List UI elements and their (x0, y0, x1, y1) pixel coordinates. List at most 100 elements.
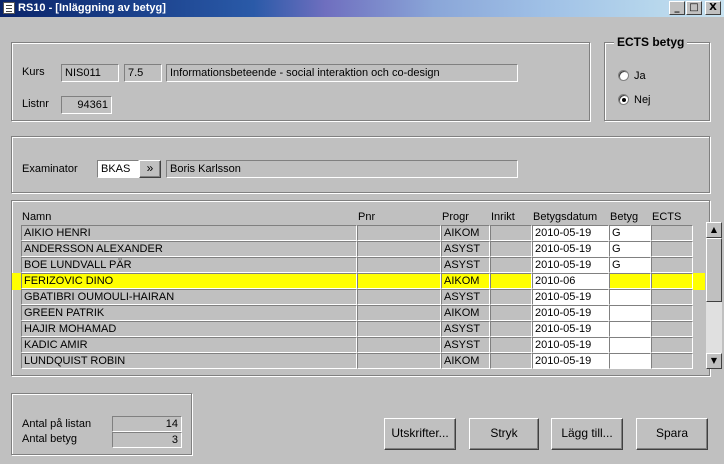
table-row[interactable]: BOE LUNDVALL PÄR ASYST 2010-05-19 G (21, 257, 693, 273)
cell-progr[interactable]: AIKOM (441, 225, 490, 241)
antal-listan-field: 14 (112, 416, 182, 432)
course-code-field[interactable]: NIS011 (61, 64, 119, 82)
listnr-field[interactable]: 94361 (61, 96, 112, 114)
cell-namn[interactable]: GBATIBRI OUMOULI-HAIRAN (21, 289, 357, 305)
course-credits-field[interactable]: 7.5 (124, 64, 162, 82)
lagg-till-button[interactable]: Lägg till... (551, 418, 623, 450)
cell-betygsdatum[interactable]: 2010-05-19 (532, 305, 609, 321)
cell-namn[interactable]: KADIC AMIR (21, 337, 357, 353)
cell-progr[interactable]: ASYST (441, 241, 490, 257)
ects-ja-label: Ja (634, 70, 646, 82)
cell-pnr[interactable] (357, 321, 441, 337)
cell-betyg[interactable] (609, 321, 651, 337)
minimize-button[interactable]: _ (669, 1, 685, 15)
cell-ects[interactable] (651, 257, 693, 273)
cell-ects[interactable] (651, 337, 693, 353)
cell-pnr[interactable] (357, 225, 441, 241)
cell-betyg[interactable] (609, 289, 651, 305)
cell-pnr[interactable] (357, 353, 441, 369)
cell-pnr[interactable] (357, 337, 441, 353)
ects-groupbox (604, 42, 710, 121)
cell-inrikt[interactable] (490, 257, 532, 273)
cell-betygsdatum[interactable]: 2010-05-19 (532, 257, 609, 273)
close-button[interactable]: X (705, 1, 721, 15)
cell-betyg[interactable] (609, 273, 651, 289)
cell-inrikt[interactable] (490, 337, 532, 353)
listnr-label: Listnr (22, 98, 49, 110)
cell-pnr[interactable] (357, 289, 441, 305)
cell-betygsdatum[interactable]: 2010-05-19 (532, 241, 609, 257)
table-row[interactable]: GREEN PATRIK AIKOM 2010-05-19 (21, 305, 693, 321)
cell-pnr[interactable] (357, 241, 441, 257)
cell-progr[interactable]: ASYST (441, 257, 490, 273)
cell-inrikt[interactable] (490, 321, 532, 337)
cell-betyg[interactable] (609, 337, 651, 353)
cell-betyg[interactable]: G (609, 241, 651, 257)
cell-betygsdatum[interactable]: 2010-05-19 (532, 353, 609, 369)
cell-progr[interactable]: AIKOM (441, 353, 490, 369)
table-row-selected[interactable]: FERIZOVIC DINO AIKOM 2010-06 (21, 273, 693, 289)
col-pnr: Pnr (358, 211, 376, 223)
table-row[interactable]: ANDERSSON ALEXANDER ASYST 2010-05-19 G (21, 241, 693, 257)
cell-inrikt[interactable] (490, 241, 532, 257)
cell-namn[interactable]: HAJIR MOHAMAD (21, 321, 357, 337)
table-row[interactable]: LUNDQUIST ROBIN AIKOM 2010-05-19 (21, 353, 693, 369)
scroll-up-icon[interactable]: ▲ (706, 222, 722, 238)
cell-ects[interactable] (651, 353, 693, 369)
cell-inrikt[interactable] (490, 273, 532, 289)
cell-progr[interactable]: AIKOM (441, 273, 490, 289)
cell-progr[interactable]: ASYST (441, 289, 490, 305)
col-inrikt: Inrikt (491, 211, 515, 223)
cell-betygsdatum[interactable]: 2010-05-19 (532, 321, 609, 337)
cell-ects[interactable] (651, 321, 693, 337)
examinator-code-field[interactable]: BKAS (97, 160, 139, 178)
cell-inrikt[interactable] (490, 289, 532, 305)
table-row[interactable]: GBATIBRI OUMOULI-HAIRAN ASYST 2010-05-19 (21, 289, 693, 305)
kurs-label: Kurs (22, 66, 45, 78)
cell-betyg[interactable] (609, 305, 651, 321)
stryk-button[interactable]: Stryk (469, 418, 539, 450)
examinator-lookup-button[interactable]: » (139, 160, 161, 178)
cell-progr[interactable]: ASYST (441, 337, 490, 353)
examinator-name-field[interactable]: Boris Karlsson (166, 160, 518, 178)
grid-scrollbar[interactable]: ▲ ▼ (706, 222, 722, 369)
spara-button[interactable]: Spara (636, 418, 708, 450)
maximize-button[interactable]: □ (686, 1, 702, 15)
cell-betygsdatum[interactable]: 2010-05-19 (532, 337, 609, 353)
cell-inrikt[interactable] (490, 305, 532, 321)
course-name-field[interactable]: Informationsbeteende - social interaktio… (166, 64, 518, 82)
cell-namn[interactable]: ANDERSSON ALEXANDER (21, 241, 357, 257)
cell-progr[interactable]: ASYST (441, 321, 490, 337)
cell-inrikt[interactable] (490, 353, 532, 369)
cell-ects[interactable] (651, 273, 693, 289)
col-ects: ECTS (652, 211, 682, 223)
table-row[interactable]: KADIC AMIR ASYST 2010-05-19 (21, 337, 693, 353)
cell-namn[interactable]: GREEN PATRIK (21, 305, 357, 321)
table-row[interactable]: HAJIR MOHAMAD ASYST 2010-05-19 (21, 321, 693, 337)
table-row[interactable]: AIKIO HENRI AIKOM 2010-05-19 G (21, 225, 693, 241)
ects-nej-radio[interactable] (618, 94, 629, 105)
cell-betyg[interactable]: G (609, 257, 651, 273)
utskrifter-button[interactable]: Utskrifter... (384, 418, 456, 450)
cell-pnr[interactable] (357, 257, 441, 273)
scroll-thumb[interactable] (706, 238, 722, 302)
cell-pnr[interactable] (357, 273, 441, 289)
cell-namn[interactable]: LUNDQUIST ROBIN (21, 353, 357, 369)
cell-betygsdatum-editing[interactable]: 2010-06 (532, 273, 609, 289)
cell-namn[interactable]: BOE LUNDVALL PÄR (21, 257, 357, 273)
cell-namn[interactable]: FERIZOVIC DINO (21, 273, 357, 289)
cell-pnr[interactable] (357, 305, 441, 321)
cell-ects[interactable] (651, 241, 693, 257)
cell-betyg[interactable]: G (609, 225, 651, 241)
cell-betyg[interactable] (609, 353, 651, 369)
ects-ja-radio[interactable] (618, 70, 629, 81)
cell-inrikt[interactable] (490, 225, 532, 241)
cell-namn[interactable]: AIKIO HENRI (21, 225, 357, 241)
cell-betygsdatum[interactable]: 2010-05-19 (532, 225, 609, 241)
cell-ects[interactable] (651, 305, 693, 321)
cell-betygsdatum[interactable]: 2010-05-19 (532, 289, 609, 305)
scroll-down-icon[interactable]: ▼ (706, 353, 722, 369)
cell-ects[interactable] (651, 225, 693, 241)
cell-progr[interactable]: AIKOM (441, 305, 490, 321)
cell-ects[interactable] (651, 289, 693, 305)
